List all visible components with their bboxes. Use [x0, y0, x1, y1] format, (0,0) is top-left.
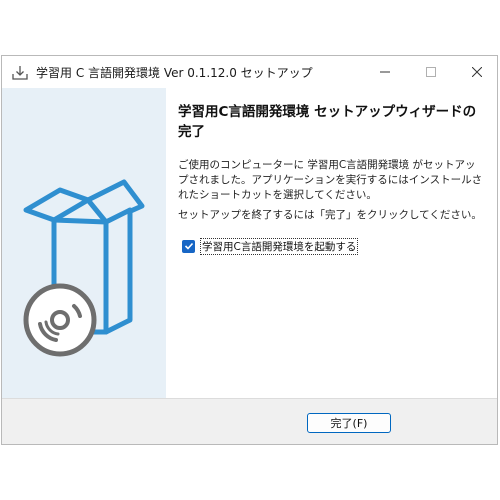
launch-checkbox-label[interactable]: 学習用C言語開発環境を起動する: [199, 237, 359, 255]
checkmark-icon: [184, 242, 193, 250]
installer-icon: [11, 64, 29, 82]
minimize-button[interactable]: [362, 56, 408, 88]
maximize-icon: [426, 67, 436, 77]
launch-option[interactable]: 学習用C言語開発環境を起動する: [182, 237, 359, 255]
wizard-heading: 学習用C言語開発環境 セットアップウィザードの完了: [178, 104, 477, 140]
disc-icon: [23, 283, 97, 357]
title-bar[interactable]: 学習用 C 言語開発環境 Ver 0.1.12.0 セットアップ: [2, 56, 497, 88]
wizard-side-panel: [2, 88, 166, 398]
close-icon: [472, 67, 482, 77]
close-button[interactable]: [454, 56, 500, 88]
box-disc-illustration: [23, 179, 145, 357]
finish-instruction: セットアップを終了するには「完了」をクリックしてください。: [178, 209, 482, 221]
finish-button[interactable]: 完了(F): [307, 413, 391, 433]
setup-window: 学習用 C 言語開発環境 Ver 0.1.12.0 セットアップ 学習用C言語開…: [1, 55, 498, 445]
minimize-icon: [380, 71, 390, 73]
wizard-content: 学習用C言語開発環境 セットアップウィザードの完了 ご使用のコンピューターに 学…: [166, 88, 497, 398]
completion-message: ご使用のコンピューターに 学習用C言語開発環境 がセットアップされました。アプリ…: [178, 159, 483, 201]
window-title: 学習用 C 言語開発環境 Ver 0.1.12.0 セットアップ: [36, 66, 313, 80]
maximize-button[interactable]: [408, 56, 454, 88]
wizard-footer: 完了(F): [2, 398, 497, 444]
launch-checkbox[interactable]: [182, 239, 195, 253]
